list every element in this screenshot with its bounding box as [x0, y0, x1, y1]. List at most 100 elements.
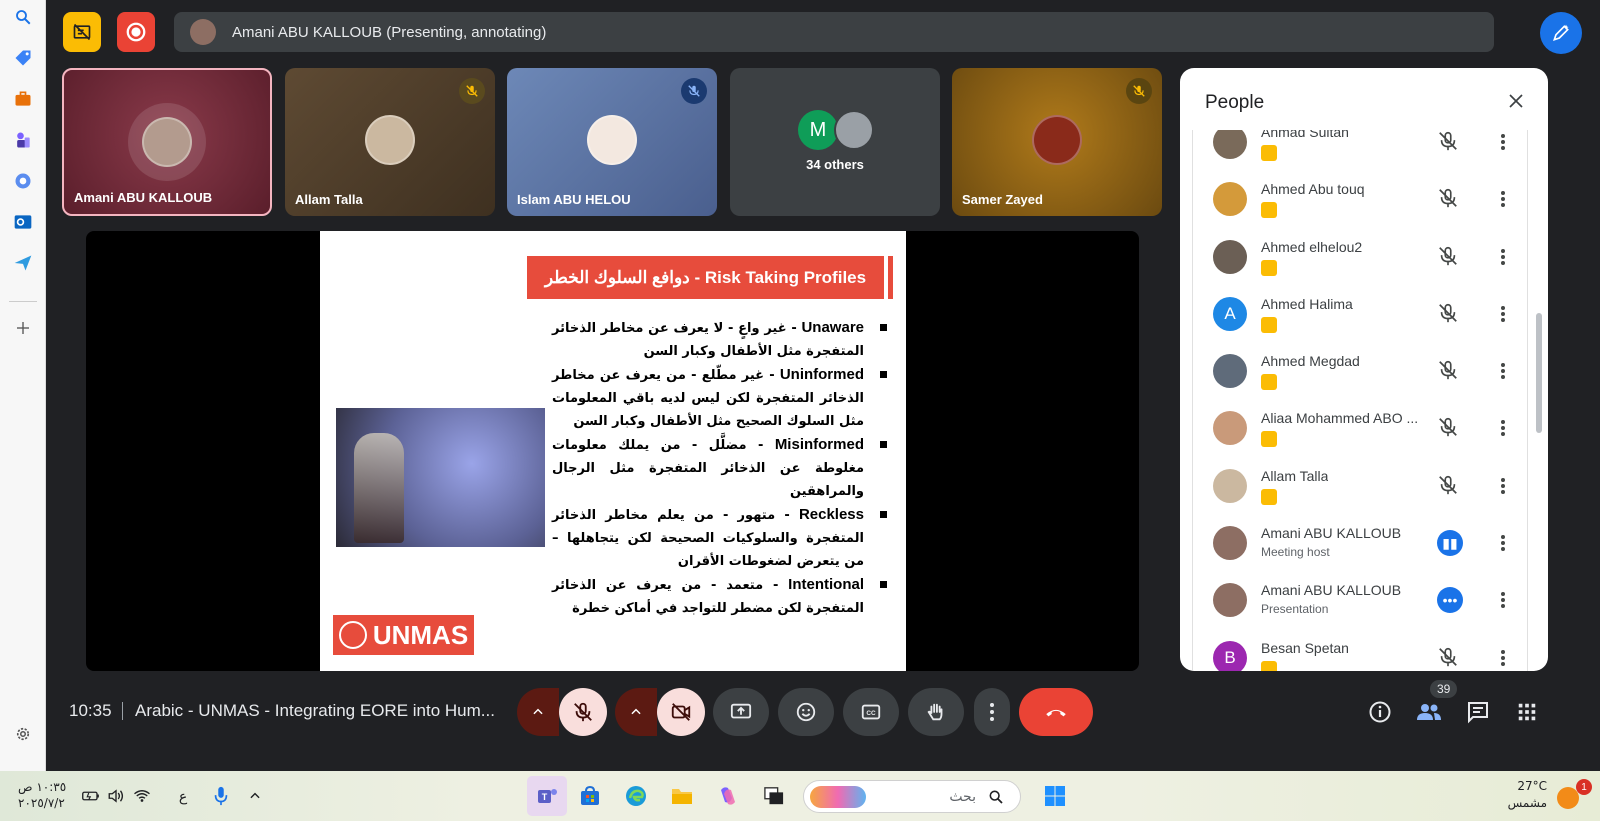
participant-tile[interactable]: Islam ABU HELOU — [507, 68, 717, 216]
copilot-app-icon[interactable] — [715, 783, 741, 809]
participant-tile[interactable]: Allam Talla — [285, 68, 495, 216]
more-vert-icon[interactable] — [1493, 531, 1513, 555]
camera-off-icon — [671, 703, 691, 721]
window-app-icon[interactable] — [761, 783, 787, 809]
mic-off-icon[interactable] — [1437, 245, 1461, 269]
participant-row[interactable]: Allam Talla — [1193, 457, 1527, 514]
participant-row[interactable]: Amani ABU KALLOUB Presentation ••• — [1193, 571, 1527, 628]
raise-hand-button[interactable] — [908, 688, 964, 736]
taskbar-search[interactable]: بحث — [803, 780, 1021, 813]
participant-row[interactable]: Ahmed Abu touq — [1193, 170, 1527, 227]
bottom-controls: 10:35 Arabic - UNMAS - Integrating EORE … — [46, 678, 1600, 748]
chess-icon[interactable] — [11, 128, 35, 152]
battery-icon[interactable] — [78, 783, 104, 809]
avatar — [1032, 115, 1082, 165]
mic-control-group — [517, 688, 607, 736]
start-button[interactable] — [1042, 783, 1068, 809]
chevron-up-icon[interactable] — [242, 783, 268, 809]
camera-button[interactable] — [657, 688, 705, 736]
participant-row[interactable]: Amani ABU KALLOUB Meeting host ▮▮ — [1193, 514, 1527, 571]
avatar — [1213, 526, 1247, 561]
bullet-term: Intentional — [788, 576, 864, 593]
chat-button[interactable] — [1464, 698, 1492, 726]
avatar — [1213, 411, 1247, 446]
people-icon — [1417, 704, 1441, 720]
tile-name: Samer Zayed — [962, 192, 1043, 207]
no-recording-badge-icon — [1261, 316, 1277, 333]
mic-off-icon[interactable] — [1437, 474, 1461, 498]
language-indicator[interactable]: ع — [170, 783, 196, 809]
more-vert-icon[interactable] — [1493, 302, 1513, 326]
presentation-stage: دوافع السلوك الخطر - Risk Taking Profile… — [86, 231, 1139, 671]
present-button[interactable] — [713, 688, 769, 736]
copilot-icon[interactable] — [11, 169, 35, 193]
mic-off-icon[interactable] — [1437, 130, 1461, 154]
top-bar: Amani ABU KALLOUB (Presenting, annotatin… — [46, 0, 1600, 64]
participant-name: Ahmed Halima — [1261, 295, 1353, 312]
participant-row[interactable]: Ahmad Sultan — [1193, 130, 1527, 170]
mic-off-icon[interactable] — [1437, 359, 1461, 383]
scrollbar[interactable] — [1536, 313, 1542, 433]
no-recording-badge-icon — [1261, 259, 1277, 276]
muted-icon — [681, 78, 707, 104]
presenting-banner: Amani ABU KALLOUB (Presenting, annotatin… — [174, 12, 1494, 52]
logo-text: UNMAS — [372, 619, 469, 650]
more-vert-icon[interactable] — [1493, 130, 1513, 154]
teams-app-icon[interactable]: T — [527, 776, 567, 816]
audio-options-button[interactable] — [517, 688, 559, 736]
settings-icon[interactable] — [11, 722, 35, 746]
participant-tile[interactable]: Samer Zayed — [952, 68, 1162, 216]
video-options-button[interactable] — [615, 688, 657, 736]
microphone-tray-icon[interactable] — [208, 783, 234, 809]
annotate-button[interactable] — [1540, 12, 1582, 54]
close-icon — [1509, 94, 1523, 108]
participant-list[interactable]: Ahmad Sultan Ahmed Abu touq Ahmed elhelou2… — [1192, 130, 1528, 671]
others-tile[interactable]: M 34 others — [730, 68, 940, 216]
leave-call-button[interactable] — [1019, 688, 1093, 736]
more-vert-icon[interactable] — [1493, 474, 1513, 498]
more-options-button[interactable] — [974, 688, 1010, 736]
mic-off-icon — [574, 702, 592, 722]
participant-row[interactable]: A Ahmed Halima — [1193, 285, 1527, 342]
weather-widget[interactable]: 27°C مشمس — [1503, 778, 1547, 812]
add-icon[interactable] — [11, 316, 35, 340]
more-vert-icon[interactable] — [1493, 187, 1513, 211]
search-icon[interactable] — [11, 5, 35, 29]
mic-off-icon[interactable] — [1437, 187, 1461, 211]
more-vert-icon[interactable] — [1493, 588, 1513, 612]
mic-off-icon[interactable] — [1437, 646, 1461, 670]
participant-row[interactable]: Ahmed Megdad — [1193, 342, 1527, 399]
store-app-icon[interactable] — [577, 783, 603, 809]
file-explorer-icon[interactable] — [669, 783, 695, 809]
more-vert-icon[interactable] — [1493, 416, 1513, 440]
briefcase-icon[interactable] — [11, 87, 35, 111]
participant-row[interactable]: Ahmed elhelou2 — [1193, 228, 1527, 285]
close-panel-button[interactable] — [1504, 90, 1528, 114]
captions-button[interactable]: CC — [843, 688, 899, 736]
mic-off-icon[interactable] — [1437, 416, 1461, 440]
recording-toggle-button[interactable] — [63, 12, 101, 52]
temperature: 27°C — [1517, 779, 1547, 793]
panel-title: People — [1205, 92, 1265, 113]
mic-off-icon[interactable] — [1437, 302, 1461, 326]
send-icon[interactable] — [11, 251, 35, 275]
microphone-button[interactable] — [559, 688, 607, 736]
participant-row[interactable]: B Besan Spetan — [1193, 629, 1527, 671]
people-button[interactable] — [1415, 698, 1443, 726]
activities-button[interactable] — [1513, 698, 1541, 726]
more-vert-icon[interactable] — [1493, 359, 1513, 383]
outlook-icon[interactable] — [11, 210, 35, 234]
reactions-button[interactable] — [778, 688, 834, 736]
record-button[interactable] — [117, 12, 155, 52]
wifi-icon[interactable] — [129, 783, 155, 809]
system-clock[interactable]: ١٠:٣٥ ص ٢٠٢٥/٧/٢ — [18, 779, 66, 811]
more-vert-icon[interactable] — [1493, 646, 1513, 670]
tag-icon[interactable] — [11, 46, 35, 70]
slide-bullet: Uninformed - غير مطّلع - من يعرف عن مخاط… — [552, 363, 892, 433]
participant-tile[interactable]: Amani ABU KALLOUB — [62, 68, 272, 216]
edge-app-icon[interactable] — [623, 783, 649, 809]
participant-row[interactable]: Aliaa Mohammed ABO ... — [1193, 399, 1527, 456]
more-vert-icon[interactable] — [1493, 245, 1513, 269]
meeting-details-button[interactable] — [1366, 698, 1394, 726]
volume-icon[interactable] — [103, 783, 129, 809]
